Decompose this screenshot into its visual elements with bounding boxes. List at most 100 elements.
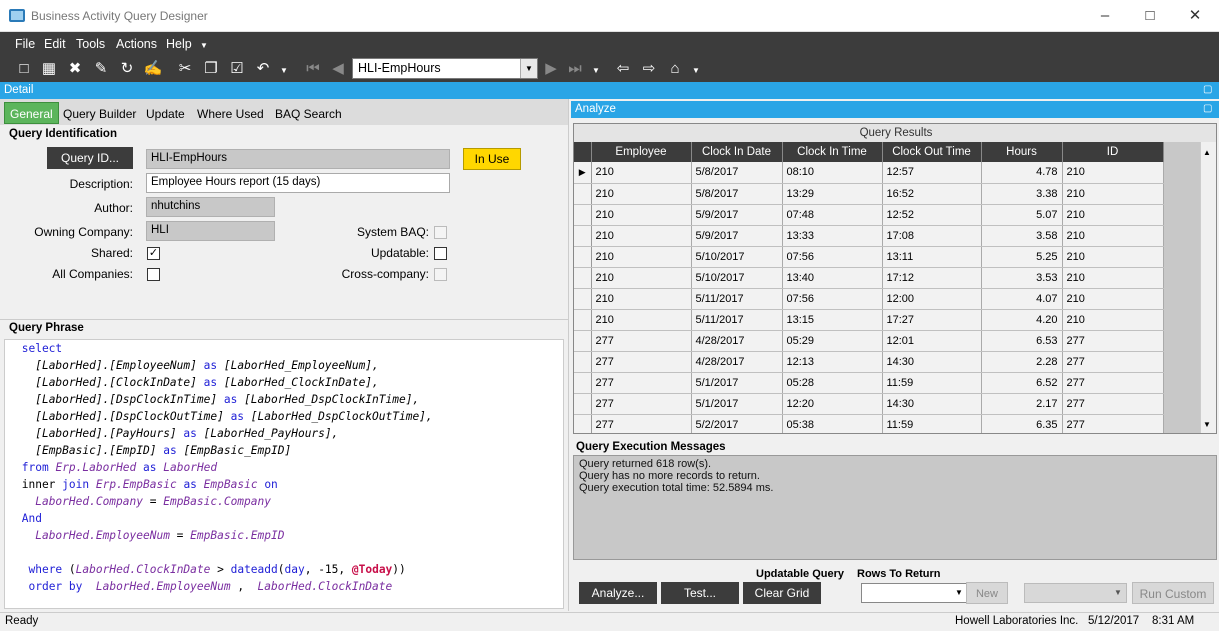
row-selector[interactable] [574, 351, 592, 373]
system-baq-checkbox[interactable] [434, 226, 447, 239]
table-cell[interactable]: 05:38 [782, 414, 883, 433]
table-cell[interactable]: 5/9/2017 [691, 204, 783, 226]
table-row[interactable]: 210 5/11/2017 07:56 12:00 4.07 210 [574, 288, 1164, 310]
pin-icon[interactable]: ▢ [1203, 103, 1212, 114]
table-cell[interactable]: 210 [1062, 162, 1164, 184]
column-header-clock-out-time[interactable]: Clock Out Time [882, 142, 982, 162]
table-cell[interactable]: 5/11/2017 [691, 288, 783, 310]
table-cell[interactable]: 210 [1062, 204, 1164, 226]
custom-action-combo[interactable]: ▼ [1024, 583, 1127, 603]
menu-actions[interactable]: Actions [116, 37, 157, 51]
table-cell[interactable]: 3.38 [981, 183, 1063, 205]
updatable-checkbox[interactable] [434, 247, 447, 260]
table-cell[interactable]: 11:59 [882, 414, 982, 433]
table-cell[interactable]: 277 [1062, 330, 1164, 352]
table-cell[interactable]: 210 [591, 267, 692, 289]
table-row[interactable]: 277 5/1/2017 05:28 11:59 6.52 277 [574, 372, 1164, 394]
row-selector[interactable] [574, 372, 592, 394]
table-cell[interactable]: 210 [1062, 225, 1164, 247]
new-button[interactable]: New [966, 582, 1008, 604]
clear-icon[interactable]: ✍ [143, 59, 163, 79]
menu-overflow-icon[interactable]: ▼ [200, 41, 208, 50]
column-header-clock-in-date[interactable]: Clock In Date [691, 142, 783, 162]
table-cell[interactable]: 210 [1062, 267, 1164, 289]
table-cell[interactable]: 4.20 [981, 309, 1063, 331]
table-cell[interactable]: 277 [591, 372, 692, 394]
column-header-id[interactable]: ID [1062, 142, 1164, 162]
table-cell[interactable]: 277 [591, 330, 692, 352]
menu-help[interactable]: Help [166, 37, 192, 51]
query-results-grid[interactable]: Query Results Employee Clock In Date Clo… [573, 123, 1217, 434]
previous-record-icon[interactable]: ◀ [328, 59, 348, 79]
refresh-icon[interactable]: ↻ [117, 59, 137, 79]
table-cell[interactable]: 4.07 [981, 288, 1063, 310]
save-icon[interactable]: ▦ [39, 59, 59, 79]
analyze-button[interactable]: Analyze... [579, 582, 657, 604]
table-cell[interactable]: 210 [591, 204, 692, 226]
table-cell[interactable]: 210 [1062, 246, 1164, 268]
table-row[interactable]: 210 5/8/2017 13:29 16:52 3.38 210 [574, 183, 1164, 205]
query-id-button[interactable]: Query ID... [47, 147, 133, 169]
owning-company-field[interactable]: HLI [146, 221, 275, 241]
maximize-icon[interactable]: □ [1135, 6, 1165, 26]
copy-icon[interactable]: ❐ [201, 59, 221, 79]
table-cell[interactable]: 210 [1062, 183, 1164, 205]
table-row[interactable]: 277 5/1/2017 12:20 14:30 2.17 277 [574, 393, 1164, 415]
chevron-down-icon[interactable]: ▼ [1114, 588, 1122, 597]
table-cell[interactable]: 277 [591, 414, 692, 433]
table-cell[interactable]: 5.07 [981, 204, 1063, 226]
table-cell[interactable]: 210 [591, 246, 692, 268]
forward-icon[interactable]: ⇨ [639, 59, 659, 79]
table-cell[interactable]: 08:10 [782, 162, 883, 184]
column-header-hours[interactable]: Hours [981, 142, 1063, 162]
back-icon[interactable]: ⇦ [613, 59, 633, 79]
table-cell[interactable]: 13:11 [882, 246, 982, 268]
test-button[interactable]: Test... [661, 582, 739, 604]
table-cell[interactable]: 277 [1062, 351, 1164, 373]
table-row[interactable]: 277 4/28/2017 05:29 12:01 6.53 277 [574, 330, 1164, 352]
table-cell[interactable]: 13:40 [782, 267, 883, 289]
menu-edit[interactable]: Edit [44, 37, 66, 51]
table-cell[interactable]: 13:29 [782, 183, 883, 205]
table-cell[interactable]: 12:20 [782, 393, 883, 415]
table-row[interactable]: 210 5/10/2017 13:40 17:12 3.53 210 [574, 267, 1164, 289]
tab-baq-search[interactable]: BAQ Search [270, 102, 347, 124]
chevron-down-icon[interactable]: ▼ [520, 59, 537, 78]
table-cell[interactable]: 210 [591, 225, 692, 247]
table-cell[interactable]: 4/28/2017 [691, 330, 783, 352]
clear-grid-button[interactable]: Clear Grid [743, 582, 821, 604]
table-cell[interactable]: 5/2/2017 [691, 414, 783, 433]
menu-file[interactable]: File [15, 37, 35, 51]
tab-update[interactable]: Update [141, 102, 190, 124]
table-cell[interactable]: 2.28 [981, 351, 1063, 373]
row-selector[interactable] [574, 225, 592, 247]
author-field[interactable]: nhutchins [146, 197, 275, 217]
table-cell[interactable]: 3.53 [981, 267, 1063, 289]
rows-to-return-field[interactable]: ▼ [861, 583, 968, 603]
home-icon[interactable]: ⌂ [665, 59, 685, 79]
table-cell[interactable]: 12:57 [882, 162, 982, 184]
table-cell[interactable]: 16:52 [882, 183, 982, 205]
table-row[interactable]: 210 5/9/2017 07:48 12:52 5.07 210 [574, 204, 1164, 226]
row-selector[interactable] [574, 393, 592, 415]
table-cell[interactable]: 6.53 [981, 330, 1063, 352]
row-selector[interactable] [574, 330, 592, 352]
table-cell[interactable]: 07:56 [782, 288, 883, 310]
table-cell[interactable]: 277 [1062, 393, 1164, 415]
table-cell[interactable]: 277 [1062, 414, 1164, 433]
close-window-icon[interactable]: ✕ [1180, 6, 1210, 26]
row-selector[interactable] [574, 414, 592, 433]
table-cell[interactable]: 4.78 [981, 162, 1063, 184]
table-cell[interactable]: 210 [591, 162, 692, 184]
row-selector[interactable]: ▶ [574, 162, 592, 184]
toolbar-overflow-icon[interactable]: ▼ [280, 66, 288, 75]
table-row[interactable]: 277 5/2/2017 05:38 11:59 6.35 277 [574, 414, 1164, 433]
table-row[interactable]: 210 5/10/2017 07:56 13:11 5.25 210 [574, 246, 1164, 268]
table-cell[interactable]: 210 [591, 183, 692, 205]
new-icon[interactable]: □ [14, 59, 34, 79]
column-header-clock-in-time[interactable]: Clock In Time [782, 142, 883, 162]
table-cell[interactable]: 17:27 [882, 309, 982, 331]
table-cell[interactable]: 210 [591, 288, 692, 310]
scroll-down-icon[interactable]: ▼ [1203, 420, 1211, 429]
table-cell[interactable]: 210 [1062, 309, 1164, 331]
